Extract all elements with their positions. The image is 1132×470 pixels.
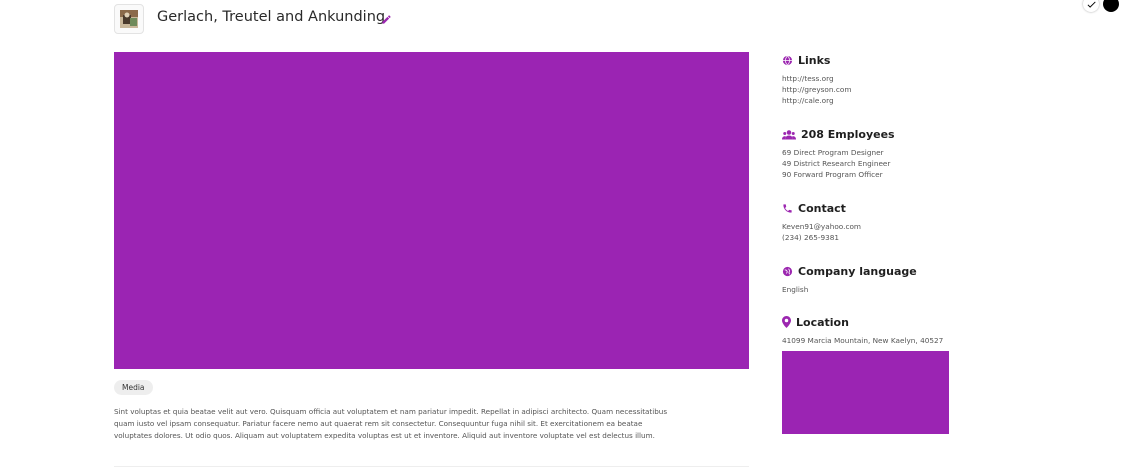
location-section: Location 41099 Marcia Mountain, New Kael… — [782, 315, 982, 347]
theme-toggle-button[interactable] — [1103, 0, 1119, 12]
language-value: English — [782, 285, 809, 294]
company-logo — [114, 4, 144, 34]
employees-section: 208 Employees 69 Direct Program Designer… — [782, 127, 982, 180]
phone-icon — [783, 203, 792, 213]
location-title: Location — [796, 315, 849, 329]
check-icon — [1087, 1, 1096, 8]
edit-company-button[interactable] — [378, 11, 395, 28]
website-link[interactable]: http://cale.org — [782, 96, 982, 107]
divider — [114, 466, 749, 467]
media-tag[interactable]: Media — [114, 380, 153, 395]
location-address: 41099 Marcia Mountain, New Kaelyn, 40527 — [782, 336, 944, 345]
users-icon — [782, 129, 796, 139]
page-header: Gerlach, Treutel and Ankunding — [0, 0, 1132, 40]
corner-controls — [1083, 0, 1119, 12]
globe-icon — [782, 55, 793, 65]
links-section: Links http://tess.org http://greyson.com… — [782, 53, 982, 106]
media-placeholder — [114, 52, 749, 369]
employee-role: 90 Forward Program Officer — [782, 169, 883, 179]
employee-role: 69 Direct Program Designer — [782, 148, 884, 157]
website-link[interactable]: http://greyson.com — [782, 85, 982, 96]
contact-title: Contact — [798, 201, 846, 215]
language-title: Company language — [798, 264, 917, 278]
company-description: Sint voluptas et quia beatae velit aut v… — [114, 407, 668, 440]
language-icon — [782, 266, 793, 276]
company-name: Gerlach, Treutel and Ankunding — [157, 9, 386, 25]
contact-section: Contact Keven91@yahoo.com (234) 265-9381 — [782, 201, 982, 244]
contact-email[interactable]: Keven91@yahoo.com — [782, 222, 982, 233]
website-link[interactable]: http://tess.org — [782, 74, 982, 85]
employees-title: 208 Employees — [801, 127, 895, 141]
company-logo-thumbnail — [120, 10, 138, 28]
language-section: Company language English — [782, 264, 982, 296]
links-title: Links — [798, 53, 831, 67]
map-placeholder — [782, 351, 949, 434]
employee-role: 49 District Research Engineer — [782, 158, 891, 168]
company-media-image — [114, 52, 749, 369]
location-map[interactable] — [782, 351, 949, 434]
confirm-button[interactable] — [1083, 0, 1099, 12]
pencil-icon — [382, 15, 391, 24]
map-pin-icon — [782, 316, 791, 328]
contact-phone[interactable]: (234) 265-9381 — [782, 233, 982, 244]
